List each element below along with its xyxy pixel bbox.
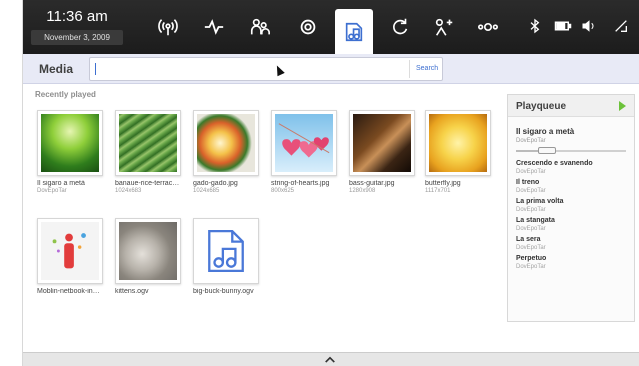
now-playing-artist: DovEpoTar [516,138,546,144]
queue-item-title: Il treno [516,179,540,186]
item-name: banaue-rice-terrac… [115,180,180,187]
thumbnail[interactable] [425,110,491,176]
item-name: Il sigaro a metà [37,180,85,187]
item-name: bass-guitar.jpg [349,180,395,187]
item-meta: 1024x685 [193,188,220,194]
bottom-bar [23,352,639,366]
toolbar: 11:36 am November 3, 2009 [23,0,639,54]
queue-item-artist: DovEpoTar [516,188,546,194]
queue-item-artist: DovEpoTar [516,245,546,251]
queue-item[interactable]: La sera DovEpoTar [516,235,626,252]
queue-item-artist: DovEpoTar [516,264,546,270]
media-item[interactable]: string-of-hearts.jpg 800x625 [271,110,337,194]
queue-item-title: La prima volta [516,198,564,205]
clock-date: November 3, 2009 [31,30,123,45]
playqueue-panel: Playqueue Il sigaro a metà DovEpoTar Cre… [507,94,635,322]
item-name: big-buck-bunny.ogv [193,288,254,295]
item-name: Moblin-netbook-in… [37,288,100,295]
media-item[interactable]: butterfly.jpg 1117x701 [425,110,491,194]
media-item[interactable]: bass-guitar.jpg 1280x908 [349,110,415,194]
people-icon[interactable] [245,12,275,42]
thumbnail[interactable] [115,110,181,176]
media-icon[interactable] [335,9,373,54]
media-window: 11:36 am November 3, 2009 Media Search R… [22,0,639,366]
thumbnail[interactable] [349,110,415,176]
play-icon[interactable] [619,101,626,111]
item-name: kittens.ogv [115,288,149,295]
wireless-icon[interactable] [153,12,183,42]
clock-time: 11:36 am [46,8,108,25]
item-name: butterfly.jpg [425,180,461,187]
playqueue-title: Playqueue [516,101,567,112]
progress-bar[interactable] [516,147,626,154]
signal-icon[interactable] [611,16,631,36]
media-item[interactable]: Il sigaro a metà DovEpoTar [37,110,103,194]
media-item[interactable]: Moblin-netbook-in… [37,218,103,295]
thumbnail[interactable] [193,218,259,284]
network-icon[interactable] [473,12,503,42]
search-input[interactable] [89,57,443,81]
thumbnail[interactable] [193,110,259,176]
recent-label: Recently played [35,90,96,99]
item-meta: 800x625 [271,188,295,194]
video-file-icon [197,222,255,280]
settings-icon[interactable] [293,12,323,42]
item-meta: DovEpoTar [37,188,67,194]
queue-item-artist: DovEpoTar [516,207,546,213]
thumbnail[interactable] [37,110,103,176]
progress-handle[interactable] [538,147,556,154]
queue-item-title: La stangata [516,217,555,224]
queue-item[interactable]: Perpetuo DovEpoTar [516,254,626,271]
queue-item-artist: DovEpoTar [516,226,546,232]
queue-item[interactable]: La stangata DovEpoTar [516,216,626,233]
queue-item-title: Crescendo e svanendo [516,160,593,167]
media-item[interactable]: kittens.ogv [115,218,181,295]
item-name: gado-gado.jpg [193,180,238,187]
text-caret [95,63,96,75]
queue-item-artist: DovEpoTar [516,169,546,175]
volume-icon[interactable] [579,16,599,36]
queue-item-title: La sera [516,236,541,243]
battery-icon[interactable] [553,16,573,36]
queue-item[interactable]: La prima volta DovEpoTar [516,197,626,214]
search-button[interactable]: Search [409,60,438,78]
queue-item[interactable]: Crescendo e svanendo DovEpoTar [516,159,626,176]
thumbnail[interactable] [115,218,181,284]
chevron-up-icon[interactable] [323,354,337,365]
queue-item-title: Perpetuo [516,255,547,262]
thumbnail[interactable] [271,110,337,176]
playqueue-header: Playqueue [508,95,634,117]
media-item[interactable]: banaue-rice-terrac… 1024x683 [115,110,181,194]
media-item[interactable]: big-buck-bunny.ogv [193,218,259,295]
item-meta: 1024x683 [115,188,142,194]
item-meta: 1280x908 [349,188,376,194]
now-playing-title: Il sigaro a metà [516,127,575,136]
thumbnail[interactable] [37,218,103,284]
media-item[interactable]: gado-gado.jpg 1024x685 [193,110,259,194]
clock[interactable]: 11:36 am November 3, 2009 [29,4,125,50]
bluetooth-icon[interactable] [525,16,545,36]
refresh-icon[interactable] [385,12,415,42]
item-name: string-of-hearts.jpg [271,180,330,187]
activity-icon[interactable] [199,12,229,42]
section-title: Media [39,62,74,76]
queue-item[interactable]: Il treno DovEpoTar [516,178,626,195]
search-bar: Media Search [23,54,639,84]
share-icon[interactable] [429,12,459,42]
item-meta: 1117x701 [425,188,451,194]
